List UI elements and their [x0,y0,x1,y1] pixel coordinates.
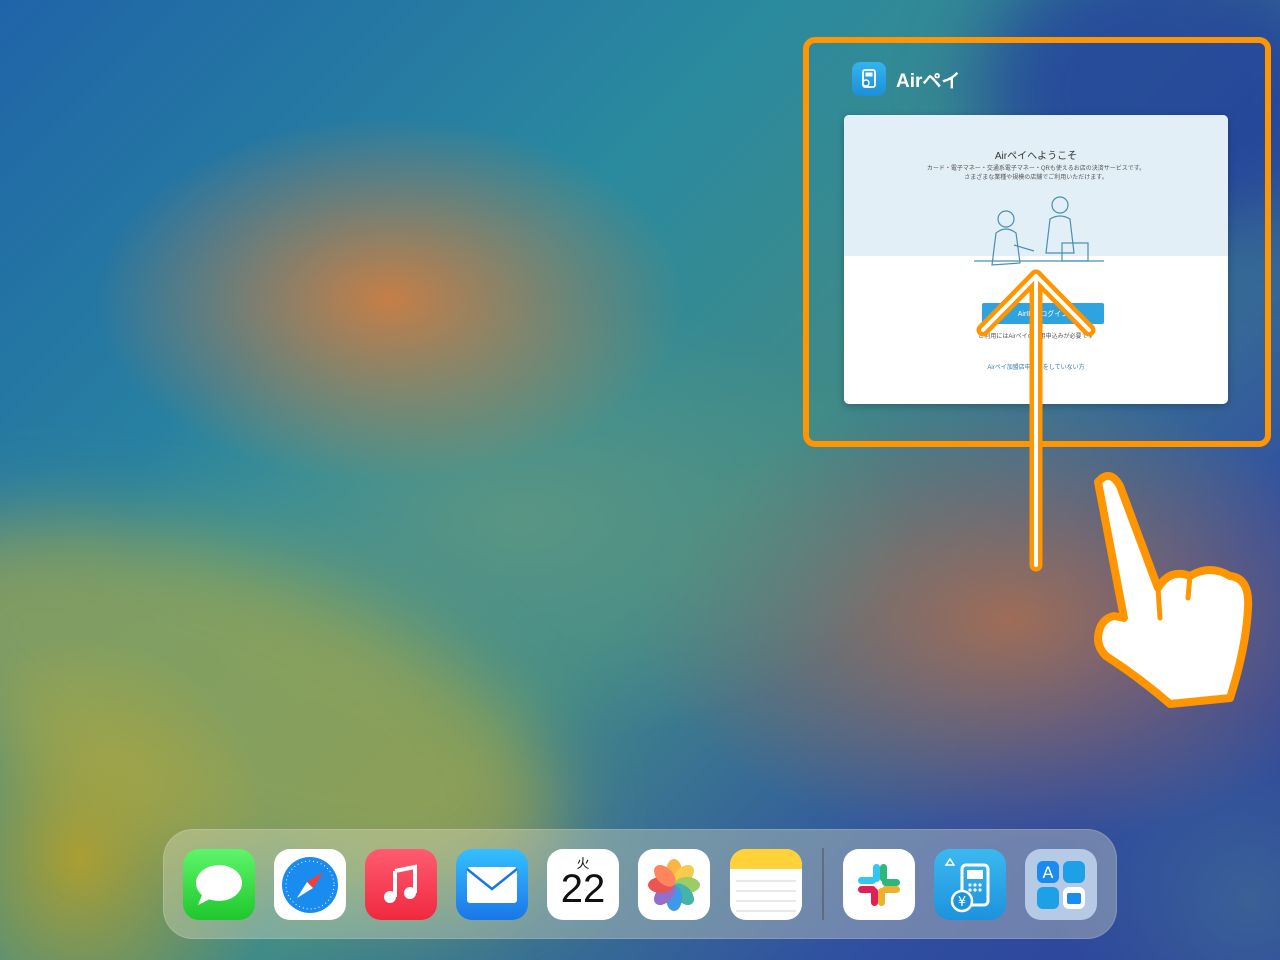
airpay-dock-icon[interactable]: ¥ [934,849,1006,920]
notes-app-icon[interactable] [730,849,802,920]
svg-text:A: A [1043,863,1054,882]
photos-app-icon[interactable] [638,849,710,920]
app-library-icon[interactable]: A [1025,849,1097,920]
slack-app-icon[interactable] [843,849,915,920]
calendar-app-icon[interactable]: 火 22 [547,849,619,920]
pointing-hand-icon [1094,472,1253,708]
calendar-date-label: 22 [560,867,606,911]
music-app-icon[interactable] [365,849,437,920]
dock-divider [822,848,824,920]
messages-app-icon[interactable] [183,849,255,920]
safari-app-icon[interactable] [274,849,346,920]
svg-text:¥: ¥ [958,895,966,910]
mail-app-icon[interactable] [456,849,528,920]
